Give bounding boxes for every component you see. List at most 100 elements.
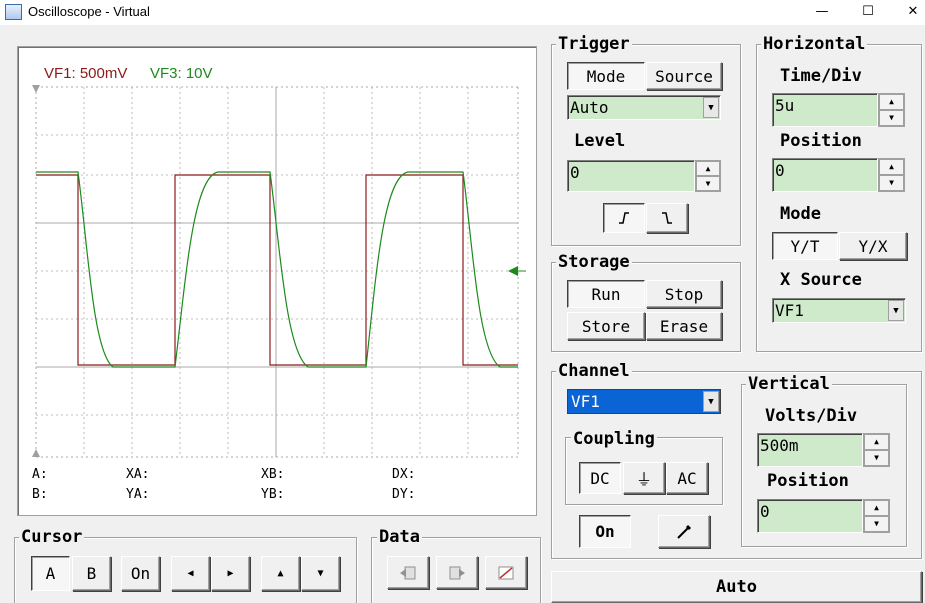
storage-erase-button[interactable]: Erase — [646, 312, 722, 340]
cursor-down-button[interactable]: ▼ — [301, 556, 340, 591]
storage-title: Storage — [556, 252, 632, 272]
spin-up-icon[interactable]: ▲ — [864, 500, 889, 516]
import-icon — [400, 566, 416, 579]
data-import-button[interactable] — [387, 556, 429, 589]
storage-stop-button[interactable]: Stop — [646, 280, 722, 308]
export-icon — [449, 566, 465, 579]
xsource-label: X Source — [780, 270, 862, 290]
h-position-label: Position — [780, 131, 862, 151]
app-icon — [5, 4, 22, 20]
v-position-spinner[interactable]: ▲ ▼ — [863, 499, 890, 533]
channel-color-button[interactable] — [658, 515, 710, 548]
trigger-mode-dropdown-icon[interactable]: ▼ — [703, 97, 719, 118]
cursor-on-button[interactable]: On — [121, 556, 160, 591]
channel-dropdown-icon[interactable]: ▼ — [703, 391, 719, 412]
storage-run-button[interactable]: Run — [567, 280, 645, 308]
channel-value: VF1 — [571, 392, 600, 411]
trigger-level-marker — [508, 266, 518, 276]
color-picker-icon — [677, 524, 692, 539]
scope-screen[interactable]: VF1: 500mV VF3: 10V A: XA: XB: DX: B: YA… — [17, 46, 537, 516]
trace-top-marker — [32, 85, 40, 93]
voltsdiv-spinner[interactable]: ▲ ▼ — [863, 433, 890, 467]
horizontal-title: Horizontal — [761, 34, 868, 54]
clear-icon — [498, 566, 514, 579]
spin-up-icon[interactable]: ▲ — [879, 159, 904, 175]
coupling-ac-button[interactable]: AC — [666, 462, 708, 494]
storage-store-button[interactable]: Store — [567, 312, 645, 340]
h-position-spinner[interactable]: ▲ ▼ — [878, 158, 905, 192]
trigger-level-label: Level — [574, 131, 626, 151]
close-button[interactable]: ✕ — [890, 0, 925, 25]
scope-plot — [32, 85, 526, 458]
mode-yt-button[interactable]: Y/T — [772, 232, 838, 260]
rising-edge-icon — [619, 212, 629, 224]
title-bar: Oscilloscope - Virtual — ☐ ✕ — [0, 0, 925, 25]
falling-edge-icon — [662, 212, 672, 224]
h-position-input[interactable]: 0 — [772, 158, 878, 192]
trigger-title: Trigger — [556, 34, 632, 54]
coupling-dc-button[interactable]: DC — [579, 462, 621, 494]
xsource-dropdown-icon[interactable]: ▼ — [888, 300, 904, 321]
xsource-select[interactable]: VF1 — [772, 298, 906, 323]
graticule — [36, 87, 518, 457]
arrow-right-icon: ▶ — [227, 568, 234, 579]
timediv-label: Time/Div — [780, 66, 862, 86]
spin-down-icon[interactable]: ▼ — [879, 175, 904, 191]
auto-button[interactable]: Auto — [551, 571, 922, 603]
trigger-mode-tab[interactable]: Mode — [567, 62, 645, 90]
h-mode-label: Mode — [780, 204, 821, 224]
vertical-title: Vertical — [746, 374, 832, 394]
voltsdiv-label: Volts/Div — [765, 406, 858, 426]
trigger-mode-value: Auto — [570, 98, 609, 117]
v-position-input[interactable]: 0 — [757, 499, 863, 533]
graticule-axes — [35, 86, 519, 458]
trigger-falling-edge-button[interactable] — [646, 203, 688, 233]
coupling-gnd-button[interactable]: ⏚ — [623, 462, 665, 494]
readout-xb: XB: — [261, 467, 285, 482]
cursor-left-button[interactable]: ◀ — [171, 556, 210, 591]
timediv-input[interactable]: 5u — [772, 93, 878, 127]
readout-ya: YA: — [126, 487, 150, 502]
cursor-up-button[interactable]: ▲ — [261, 556, 300, 591]
timediv-spinner[interactable]: ▲ ▼ — [878, 93, 905, 127]
data-clear-button[interactable] — [485, 556, 527, 589]
cursor-title: Cursor — [19, 527, 85, 547]
spin-up-icon[interactable]: ▲ — [879, 94, 904, 110]
readout-dy: DY: — [392, 487, 416, 502]
spin-up-icon[interactable]: ▲ — [696, 161, 720, 176]
trigger-mode-select[interactable]: Auto — [567, 95, 721, 120]
readout-yb: YB: — [261, 487, 285, 502]
cursor-b-button[interactable]: B — [72, 556, 111, 591]
spin-down-icon[interactable]: ▼ — [864, 450, 889, 466]
readout-a: A: — [32, 467, 48, 482]
window-title: Oscilloscope - Virtual — [28, 4, 150, 19]
trigger-source-tab[interactable]: Source — [646, 62, 722, 90]
channel-on-button[interactable]: On — [579, 515, 631, 548]
spin-down-icon[interactable]: ▼ — [696, 176, 720, 191]
minimize-button[interactable]: — — [799, 0, 845, 25]
readout-b: B: — [32, 487, 48, 502]
arrow-left-icon: ◀ — [187, 568, 194, 579]
trace-bottom-marker — [32, 449, 40, 457]
channel-select[interactable]: VF1 — [567, 389, 721, 414]
ch1-trace — [36, 174, 518, 366]
trigger-level-spinner[interactable]: ▲ ▼ — [695, 160, 721, 192]
readout-dx: DX: — [392, 467, 416, 482]
cursor-right-button[interactable]: ▶ — [211, 556, 250, 591]
mode-yx-button[interactable]: Y/X — [839, 232, 907, 260]
voltsdiv-input[interactable]: 500m — [757, 433, 863, 467]
arrow-up-icon: ▲ — [277, 568, 284, 579]
spin-down-icon[interactable]: ▼ — [864, 516, 889, 532]
trigger-level-input[interactable]: 0 — [567, 160, 695, 192]
coupling-title: Coupling — [571, 429, 657, 449]
maximize-button[interactable]: ☐ — [845, 0, 891, 25]
ch2-trace — [36, 171, 518, 368]
data-title: Data — [377, 527, 422, 547]
cursor-a-button[interactable]: A — [31, 556, 70, 591]
spin-up-icon[interactable]: ▲ — [864, 434, 889, 450]
spin-down-icon[interactable]: ▼ — [879, 110, 904, 126]
readout-xa: XA: — [126, 467, 150, 482]
xsource-value: VF1 — [775, 301, 804, 320]
trigger-rising-edge-button[interactable] — [603, 203, 645, 233]
data-export-button[interactable] — [436, 556, 478, 589]
